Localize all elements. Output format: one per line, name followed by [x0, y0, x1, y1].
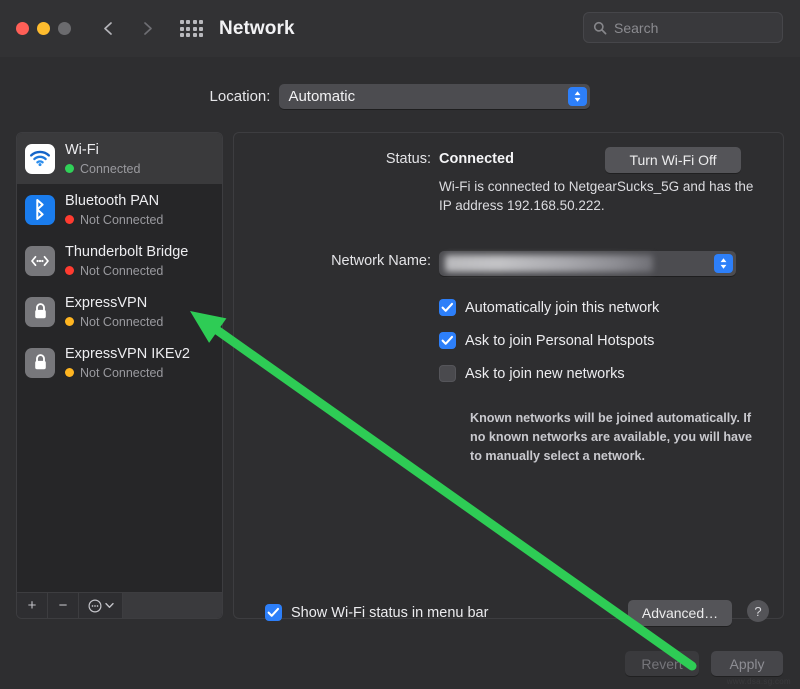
- sidebar-item-label: Thunderbolt Bridge: [65, 243, 189, 260]
- window-titlebar: Network: [0, 0, 800, 57]
- bluetooth-icon: [25, 194, 55, 225]
- checkbox-label: Show Wi-Fi status in menu bar: [291, 604, 489, 621]
- sidebar-item-text: Wi-Fi Connected: [65, 141, 140, 177]
- status-dot: [65, 266, 74, 276]
- status-text: Not Connected: [80, 263, 164, 278]
- join-options-help-text: Known networks will be joined automatica…: [470, 411, 753, 463]
- ellipsis-circle-icon: [87, 598, 102, 613]
- traffic-lights: [16, 22, 71, 35]
- status-description: Wi-Fi is connected to NetgearSucks_5G an…: [439, 179, 754, 214]
- location-row: Location: Automatic: [0, 84, 800, 109]
- network-name-label: Network Name:: [331, 253, 431, 269]
- status-text: Not Connected: [80, 314, 164, 329]
- advanced-button[interactable]: Advanced…: [628, 600, 732, 626]
- zoom-button[interactable]: [58, 22, 71, 35]
- turn-wifi-off-button[interactable]: Turn Wi-Fi Off: [605, 147, 741, 173]
- add-service-button[interactable]: +: [17, 593, 48, 618]
- network-services-sidebar: Wi-Fi Connected Bluetooth PAN Not Connec…: [16, 132, 223, 619]
- apply-button[interactable]: Apply: [711, 651, 783, 676]
- location-select[interactable]: Automatic: [279, 84, 591, 109]
- sidebar-item-thunderbolt-bridge[interactable]: Thunderbolt Bridge Not Connected: [17, 235, 222, 286]
- remove-service-button[interactable]: −: [48, 593, 79, 618]
- stepper-icon[interactable]: [568, 87, 588, 106]
- sidebar-toolbar-filler: [123, 593, 222, 618]
- status-dot: [65, 164, 74, 174]
- sidebar-item-status: Connected: [65, 162, 140, 177]
- checkbox-ask-new-networks[interactable]: Ask to join new networks: [439, 365, 659, 382]
- sidebar-item-expressvpn-ikev2[interactable]: ExpressVPN IKEv2 Not Connected: [17, 337, 222, 388]
- sidebar-item-text: Bluetooth PAN Not Connected: [65, 192, 163, 228]
- sidebar-item-text: ExpressVPN Not Connected: [65, 294, 163, 330]
- sidebar-item-label: Bluetooth PAN: [65, 192, 160, 209]
- sidebar-toolbar: + −: [17, 592, 222, 618]
- sidebar-item-status: Not Connected: [65, 213, 163, 228]
- revert-button[interactable]: Revert: [625, 651, 699, 676]
- status-dot: [65, 317, 74, 327]
- status-text: Not Connected: [80, 365, 164, 380]
- sidebar-item-status: Not Connected: [65, 264, 188, 279]
- checkbox-show-wifi-status[interactable]: Show Wi-Fi status in menu bar: [265, 604, 488, 621]
- lock-icon: [25, 347, 55, 378]
- sidebar-item-label: Wi-Fi: [65, 141, 99, 158]
- watermark: www.dsa.sg.com: [726, 677, 791, 686]
- show-all-grid-icon[interactable]: [180, 20, 204, 37]
- wifi-settings-panel: Status: Connected Turn Wi-Fi Off Wi-Fi i…: [233, 132, 784, 626]
- join-options-group: Automatically join this network Ask to j…: [439, 299, 659, 398]
- navigation-arrows: [100, 20, 156, 37]
- status-text: Not Connected: [80, 212, 164, 227]
- service-action-menu-button[interactable]: [79, 593, 123, 618]
- search-field[interactable]: [583, 12, 795, 43]
- network-service-list: Wi-Fi Connected Bluetooth PAN Not Connec…: [17, 133, 222, 388]
- help-button[interactable]: ?: [747, 600, 769, 622]
- sidebar-item-status: Not Connected: [65, 366, 190, 381]
- location-value: Automatic: [288, 88, 356, 105]
- checkbox-box[interactable]: [439, 365, 456, 382]
- search-icon: [593, 21, 607, 35]
- wifi-icon: [25, 143, 55, 174]
- checkbox-auto-join[interactable]: Automatically join this network: [439, 299, 659, 316]
- lock-icon: [25, 296, 55, 327]
- checkbox-label: Ask to join Personal Hotspots: [465, 332, 655, 349]
- location-label: Location:: [209, 88, 271, 105]
- network-preferences-window: Network Location: Automatic: [0, 0, 800, 689]
- minimize-button[interactable]: [37, 22, 50, 35]
- close-button[interactable]: [16, 22, 29, 35]
- chevron-right-icon[interactable]: [139, 20, 156, 37]
- thunderbolt-icon: [25, 245, 55, 276]
- sidebar-item-wi-fi[interactable]: Wi-Fi Connected: [17, 133, 222, 184]
- sidebar-item-text: Thunderbolt Bridge Not Connected: [65, 243, 188, 279]
- status-text: Connected: [80, 161, 141, 176]
- sidebar-item-label: ExpressVPN IKEv2: [65, 345, 190, 362]
- status-dot: [65, 368, 74, 378]
- status-value: Connected: [439, 151, 514, 167]
- status-label: Status:: [385, 151, 431, 167]
- checkbox-label: Ask to join new networks: [465, 365, 625, 382]
- chevron-left-icon[interactable]: [100, 20, 117, 37]
- sidebar-item-bluetooth-pan[interactable]: Bluetooth PAN Not Connected: [17, 184, 222, 235]
- checkbox-box[interactable]: [265, 604, 282, 621]
- sidebar-item-label: ExpressVPN: [65, 294, 148, 311]
- page-title: Network: [219, 17, 295, 39]
- checkbox-label: Automatically join this network: [465, 299, 660, 316]
- network-name-redacted-value: [445, 255, 653, 272]
- sidebar-item-expressvpn[interactable]: ExpressVPN Not Connected: [17, 286, 222, 337]
- search-input[interactable]: [614, 19, 795, 36]
- checkbox-box[interactable]: [439, 299, 456, 316]
- chevron-down-icon: [104, 602, 114, 608]
- checkbox-ask-hotspots[interactable]: Ask to join Personal Hotspots: [439, 332, 659, 349]
- checkbox-box[interactable]: [439, 332, 456, 349]
- sidebar-item-status: Not Connected: [65, 315, 163, 330]
- status-dot: [65, 215, 74, 225]
- network-name-select[interactable]: [439, 251, 736, 276]
- sidebar-item-text: ExpressVPN IKEv2 Not Connected: [65, 345, 190, 381]
- stepper-icon[interactable]: [714, 254, 733, 273]
